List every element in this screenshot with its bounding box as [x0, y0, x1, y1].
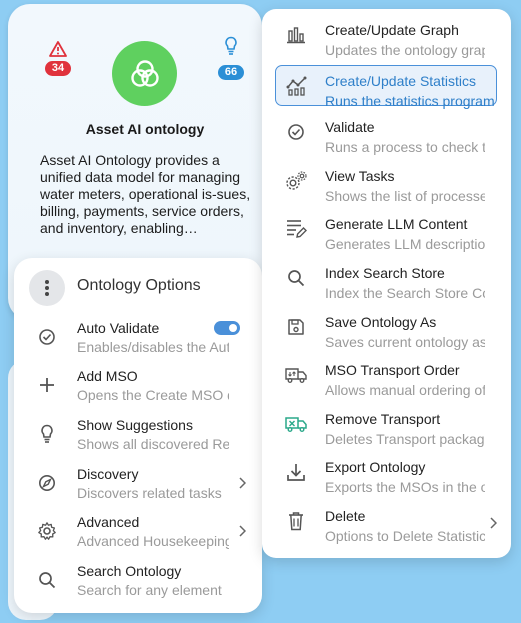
menu-label: Save Ontology As — [325, 314, 437, 330]
menu-label: Create/Update Graph — [325, 22, 459, 38]
menu-description: Index the Search Store Content — [325, 285, 485, 301]
check-circle-icon — [36, 326, 58, 348]
menu-description: Allows manual ordering of MSOs — [325, 382, 485, 398]
option-description: Discovers related tasks — [77, 485, 222, 501]
menu-description: Updates the ontology graph — [325, 42, 485, 58]
plus-icon — [36, 374, 58, 396]
option-search-ontology[interactable]: Search Ontology Search for any element — [14, 561, 262, 607]
menu-generate-llm-content[interactable]: Generate LLM Content Generates LLM descr… — [262, 207, 511, 253]
option-label: Advanced — [77, 514, 140, 530]
menu-description: Runs a process to check the ontology — [325, 139, 485, 155]
menu-label: MSO Transport Order — [325, 362, 460, 378]
intersect-circles-icon — [130, 59, 159, 87]
menu-label: Export Ontology — [325, 459, 426, 475]
menu-label: Remove Transport — [325, 411, 441, 427]
menu-label: Index Search Store — [325, 265, 445, 281]
kebab-menu-icon — [45, 280, 49, 296]
option-show-suggestions[interactable]: Show Suggestions Shows all discovered Re… — [14, 415, 262, 461]
menu-delete[interactable]: Delete Options to Delete Statistics — [262, 499, 511, 545]
option-description: Opens the Create MSO dialog — [77, 387, 229, 403]
document-edit-icon — [284, 217, 308, 241]
check-circle-icon — [284, 120, 308, 144]
menu-description: Shows the list of processes — [325, 188, 485, 204]
menu-create-update-graph[interactable]: Create/Update Graph Updates the ontology… — [262, 13, 511, 59]
line-chart-icon — [285, 74, 309, 98]
lightbulb-icon — [36, 423, 58, 445]
menu-create-update-statistics[interactable]: Create/Update Statistics Runs the statis… — [275, 65, 497, 109]
option-description: Advanced Housekeeping — [77, 533, 229, 549]
bar-chart-icon — [284, 23, 308, 47]
options-menu-button[interactable] — [29, 270, 65, 306]
auto-validate-toggle[interactable] — [214, 321, 240, 335]
ontology-logo — [112, 41, 177, 106]
gear-icon — [36, 520, 58, 542]
menu-label: Validate — [325, 119, 375, 135]
gears-icon — [284, 169, 308, 193]
card-title: Asset AI ontology — [85, 121, 205, 137]
menu-index-search-store[interactable]: Index Search Store Index the Search Stor… — [262, 256, 511, 302]
menu-description: Generates LLM descriptions — [325, 236, 485, 252]
suggestion-count-badge: 66 — [218, 65, 244, 80]
menu-description: Options to Delete Statistics — [325, 528, 485, 544]
option-description: Search for any element — [77, 582, 222, 598]
lightbulb-icon — [225, 36, 237, 55]
menu-label: Create/Update Statistics — [325, 73, 476, 89]
menu-description: Runs the statistics program — [325, 93, 495, 109]
truck-outline-icon — [284, 363, 308, 387]
download-icon — [284, 460, 308, 484]
option-auto-validate[interactable]: Auto Validate Enables/disables the Auto … — [14, 318, 262, 364]
option-label: Search Ontology — [77, 563, 182, 579]
truck-remove-icon — [284, 412, 308, 436]
menu-label: Generate LLM Content — [325, 216, 468, 232]
chevron-right-icon — [238, 524, 247, 542]
search-icon — [284, 266, 308, 290]
option-label: Add MSO — [77, 368, 138, 384]
menu-save-ontology-as[interactable]: Save Ontology As Saves current ontology … — [262, 305, 511, 351]
menu-description: Saves current ontology as — [325, 334, 485, 350]
option-label: Auto Validate — [77, 320, 160, 336]
options-title: Ontology Options — [77, 277, 201, 294]
search-icon — [36, 569, 58, 591]
option-description: Shows all discovered Relations — [77, 436, 229, 452]
chevron-right-icon — [489, 516, 498, 534]
menu-validate[interactable]: Validate Runs a process to check the ont… — [262, 110, 511, 156]
menu-label: View Tasks — [325, 168, 395, 184]
menu-view-tasks[interactable]: View Tasks Shows the list of processes — [262, 159, 511, 205]
option-label: Show Suggestions — [77, 417, 193, 433]
option-discovery[interactable]: Discovery Discovers related tasks — [14, 464, 262, 510]
compass-icon — [36, 472, 58, 494]
menu-description: Deletes Transport packages — [325, 431, 485, 447]
option-advanced[interactable]: Advanced Advanced Housekeeping — [14, 512, 262, 558]
menu-description: Exports the MSOs in the ontology — [325, 479, 485, 495]
suggestion-indicator[interactable]: 66 — [214, 36, 248, 80]
menu-export-ontology[interactable]: Export Ontology Exports the MSOs in the … — [262, 450, 511, 496]
options-header: Ontology Options — [14, 258, 262, 314]
alert-count-badge: 34 — [45, 61, 71, 76]
warning-icon — [49, 41, 67, 57]
option-description: Enables/disables the Auto Validate — [77, 339, 229, 355]
option-add-mso[interactable]: Add MSO Opens the Create MSO dialog — [14, 366, 262, 412]
menu-mso-transport-order[interactable]: MSO Transport Order Allows manual orderi… — [262, 353, 511, 399]
card-description: Asset AI Ontology provides a unified dat… — [40, 152, 251, 236]
ontology-options-panel: Ontology Options Auto Validate Enables/d… — [14, 258, 262, 613]
trash-icon — [284, 509, 308, 533]
option-label: Discovery — [77, 466, 139, 482]
chevron-right-icon — [238, 476, 247, 494]
save-icon — [284, 315, 308, 339]
menu-label: Delete — [325, 508, 366, 524]
menu-remove-transport[interactable]: Remove Transport Deletes Transport packa… — [262, 402, 511, 448]
actions-menu: Create/Update Graph Updates the ontology… — [262, 9, 511, 558]
alert-indicator[interactable]: 34 — [38, 41, 78, 76]
